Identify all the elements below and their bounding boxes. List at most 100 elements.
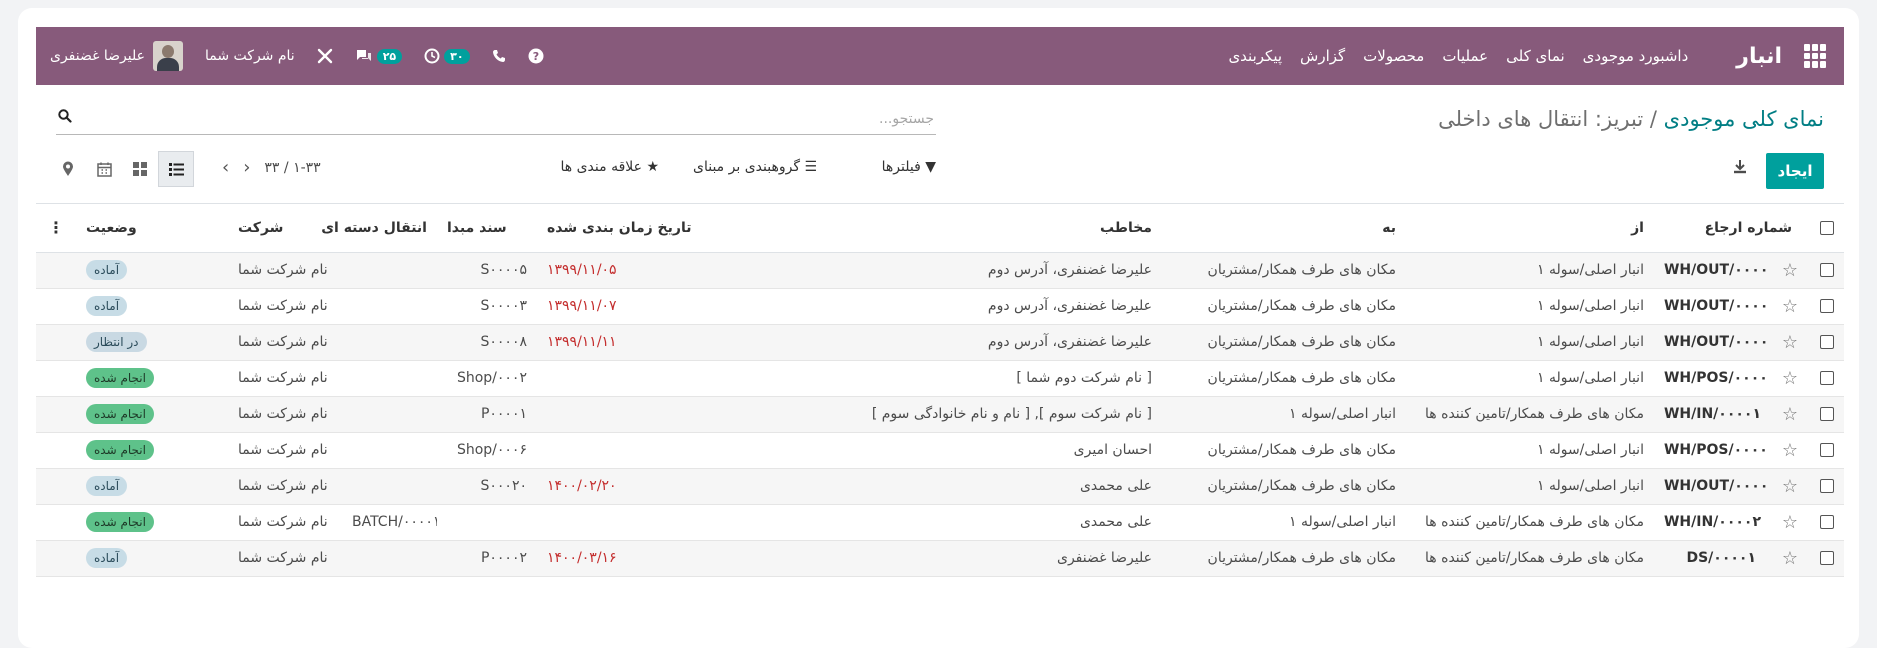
status-badge: انجام شده bbox=[85, 512, 154, 532]
cell-status: انجام شده bbox=[75, 432, 228, 469]
table-row[interactable]: ☆ DS/۰۰۰۰۱ مکان های طرف همکار/تامین کننده … bbox=[35, 540, 1844, 577]
row-checkbox[interactable] bbox=[1820, 443, 1834, 457]
messages-indicator[interactable]: ۲۵ bbox=[355, 48, 403, 64]
user-menu[interactable]: علیرضا غضنفری bbox=[50, 41, 183, 71]
row-checkbox[interactable] bbox=[1820, 335, 1834, 349]
tools-icon[interactable] bbox=[317, 48, 333, 64]
star-outline-icon[interactable]: ☆ bbox=[1782, 260, 1798, 281]
table-row[interactable]: ☆ WH/OUT/۰۰۰۰۱ انبار اصلی/سوله ۱ مکان های ط… bbox=[35, 252, 1844, 289]
column-header-to[interactable]: به bbox=[1161, 204, 1406, 253]
star-outline-icon[interactable]: ☆ bbox=[1782, 476, 1798, 497]
column-header-reference[interactable]: شماره ارجاع bbox=[1653, 204, 1802, 253]
cell-from: انبار اصلی/سوله ۱ bbox=[1405, 432, 1654, 469]
star-outline-icon[interactable]: ☆ bbox=[1782, 404, 1798, 425]
row-checkbox[interactable] bbox=[1820, 371, 1834, 385]
cell-company: نام شرکت شما bbox=[227, 360, 342, 397]
column-header-scheduled-date[interactable]: تاریخ زمان بندی شده bbox=[536, 204, 742, 253]
map-view-icon[interactable] bbox=[50, 151, 86, 187]
activity-indicator[interactable]: ۳۰ bbox=[424, 48, 470, 64]
table-row[interactable]: ☆ WH/POS/۰۰۰۰۱ انبار اصلی/سوله ۱ مکان های ط… bbox=[35, 360, 1844, 397]
cell-status: آماده bbox=[75, 468, 228, 505]
search-input[interactable] bbox=[112, 103, 936, 135]
star-outline-icon[interactable]: ☆ bbox=[1782, 440, 1798, 461]
star-outline-icon[interactable]: ☆ bbox=[1782, 332, 1798, 353]
calendar-view-icon[interactable] bbox=[86, 151, 122, 187]
column-header-status[interactable]: وضعیت bbox=[75, 204, 228, 253]
kanban-view-icon[interactable] bbox=[122, 151, 158, 187]
pager-next-icon[interactable]: › bbox=[243, 157, 250, 178]
favorite-star-cell: ☆ bbox=[1766, 324, 1802, 361]
groupby-button[interactable]: ☰ گروهبندی بر مبنای bbox=[693, 159, 817, 175]
cell-status: در انتظار bbox=[75, 324, 228, 361]
table-row[interactable]: ☆ WH/OUT/۰۰۰۰۴ انبار اصلی/سوله ۱ مکان های ط… bbox=[35, 468, 1844, 505]
search-icon[interactable] bbox=[58, 109, 72, 127]
star-outline-icon[interactable]: ☆ bbox=[1782, 512, 1798, 533]
cell-partner: علیرضا غضنفری، آدرس دوم bbox=[741, 324, 1162, 361]
column-header-batch-transfer[interactable]: انتقال دسته ای bbox=[321, 204, 437, 253]
star-outline-icon[interactable]: ☆ bbox=[1782, 368, 1798, 389]
cell-from: انبار اصلی/سوله ۱ bbox=[1405, 360, 1654, 397]
table-row[interactable]: ☆ WH/IN/۰۰۰۰۲ مکان های طرف همکار/تامین کنن… bbox=[35, 504, 1844, 541]
cell-from: مکان های طرف همکار/تامین کننده ها bbox=[1405, 396, 1654, 433]
top-navbar: انبار داشبورد موجودی نمای کلی عملیات محصولا… bbox=[36, 27, 1844, 85]
company-switcher[interactable]: نام شرکت شما bbox=[205, 48, 295, 64]
pager: ‹ › ۱-۳۳ / ۳۳ bbox=[222, 157, 321, 178]
cell-company: نام شرکت شما bbox=[227, 396, 342, 433]
cell-reference: WH/OUT/۰۰۰۰۳ bbox=[1653, 324, 1766, 361]
menu-item[interactable]: پیکربندی bbox=[1228, 47, 1282, 65]
column-header-from[interactable]: از bbox=[1405, 204, 1654, 253]
apps-menu-icon[interactable] bbox=[1802, 44, 1826, 68]
row-checkbox-cell bbox=[1802, 252, 1844, 289]
row-checkbox[interactable] bbox=[1820, 299, 1834, 313]
page-title: تبریز: انتقال های داخلی bbox=[1438, 107, 1644, 131]
cell-status: انجام شده bbox=[75, 360, 228, 397]
cell-source-document: S۰۰۰۰۳ bbox=[436, 288, 537, 325]
filters-button[interactable]: ▼ فیلترها bbox=[882, 159, 936, 175]
search-bar bbox=[56, 103, 936, 135]
cell-partner: علیرضا غضنفری bbox=[741, 540, 1162, 577]
cell-empty bbox=[35, 540, 76, 577]
column-header-partner[interactable]: مخاطب bbox=[741, 204, 1162, 253]
help-icon[interactable]: ? bbox=[528, 48, 544, 64]
row-checkbox[interactable] bbox=[1820, 515, 1834, 529]
select-all-checkbox[interactable] bbox=[1820, 220, 1834, 235]
row-checkbox[interactable] bbox=[1820, 479, 1834, 493]
clock-icon bbox=[424, 48, 440, 64]
favorite-star-cell: ☆ bbox=[1766, 468, 1802, 505]
table-row[interactable]: ☆ WH/OUT/۰۰۰۰۳ انبار اصلی/سوله ۱ مکان های ط… bbox=[35, 324, 1844, 361]
pager-value[interactable]: ۱-۳۳ / ۳۳ bbox=[264, 160, 320, 176]
row-checkbox[interactable] bbox=[1820, 551, 1834, 565]
cell-scheduled-date: ۱۳۹۹/۱۱/۱۱ bbox=[536, 324, 742, 361]
list-view-icon[interactable] bbox=[158, 151, 194, 187]
row-checkbox[interactable] bbox=[1820, 407, 1834, 421]
menu-item[interactable]: داشبورد موجودی bbox=[1583, 47, 1689, 65]
table-row[interactable]: ☆ WH/POS/۰۰۰۰۲ انبار اصلی/سوله ۱ مکان های ط… bbox=[35, 432, 1844, 469]
row-checkbox-cell bbox=[1802, 360, 1844, 397]
cell-empty bbox=[35, 504, 76, 541]
breadcrumb-parent-link[interactable]: نمای کلی موجودی bbox=[1664, 107, 1824, 131]
cell-company: نام شرکت شما bbox=[227, 288, 342, 325]
menu-item[interactable]: گزارش bbox=[1300, 47, 1345, 65]
star-outline-icon[interactable]: ☆ bbox=[1782, 296, 1798, 317]
menu-item[interactable]: نمای کلی bbox=[1506, 47, 1565, 65]
phone-icon[interactable] bbox=[492, 49, 506, 63]
app-title[interactable]: انبار bbox=[1736, 44, 1782, 69]
row-checkbox[interactable] bbox=[1820, 263, 1834, 277]
menu-item[interactable]: محصولات bbox=[1363, 47, 1424, 65]
table-row[interactable]: ☆ WH/IN/۰۰۰۰۱ مکان های طرف همکار/تامین کنن… bbox=[35, 396, 1844, 433]
cell-reference: WH/OUT/۰۰۰۰۲ bbox=[1653, 288, 1766, 325]
column-header-source-document[interactable]: سند مبدا bbox=[436, 204, 537, 253]
star-outline-icon[interactable]: ☆ bbox=[1782, 548, 1798, 569]
optional-columns-icon[interactable]: ⋮ bbox=[35, 204, 76, 253]
favorites-button[interactable]: ★ علاقه مندی ها bbox=[561, 159, 660, 175]
menu-item[interactable]: عملیات bbox=[1442, 47, 1488, 65]
cell-source-document bbox=[436, 504, 537, 541]
row-checkbox-cell bbox=[1802, 396, 1844, 433]
cell-reference: DS/۰۰۰۰۱ bbox=[1653, 540, 1766, 577]
table-row[interactable]: ☆ WH/OUT/۰۰۰۰۲ انبار اصلی/سوله ۱ مکان های ط… bbox=[35, 288, 1844, 325]
cell-reference: WH/IN/۰۰۰۰۱ bbox=[1653, 396, 1766, 433]
status-badge: آماده bbox=[85, 296, 128, 316]
table-header-row: شماره ارجاع از به مخاطب تاریخ زمان بندی … bbox=[35, 204, 1844, 253]
pager-previous-icon[interactable]: ‹ bbox=[222, 157, 229, 178]
cell-from: انبار اصلی/سوله ۱ bbox=[1405, 468, 1654, 505]
